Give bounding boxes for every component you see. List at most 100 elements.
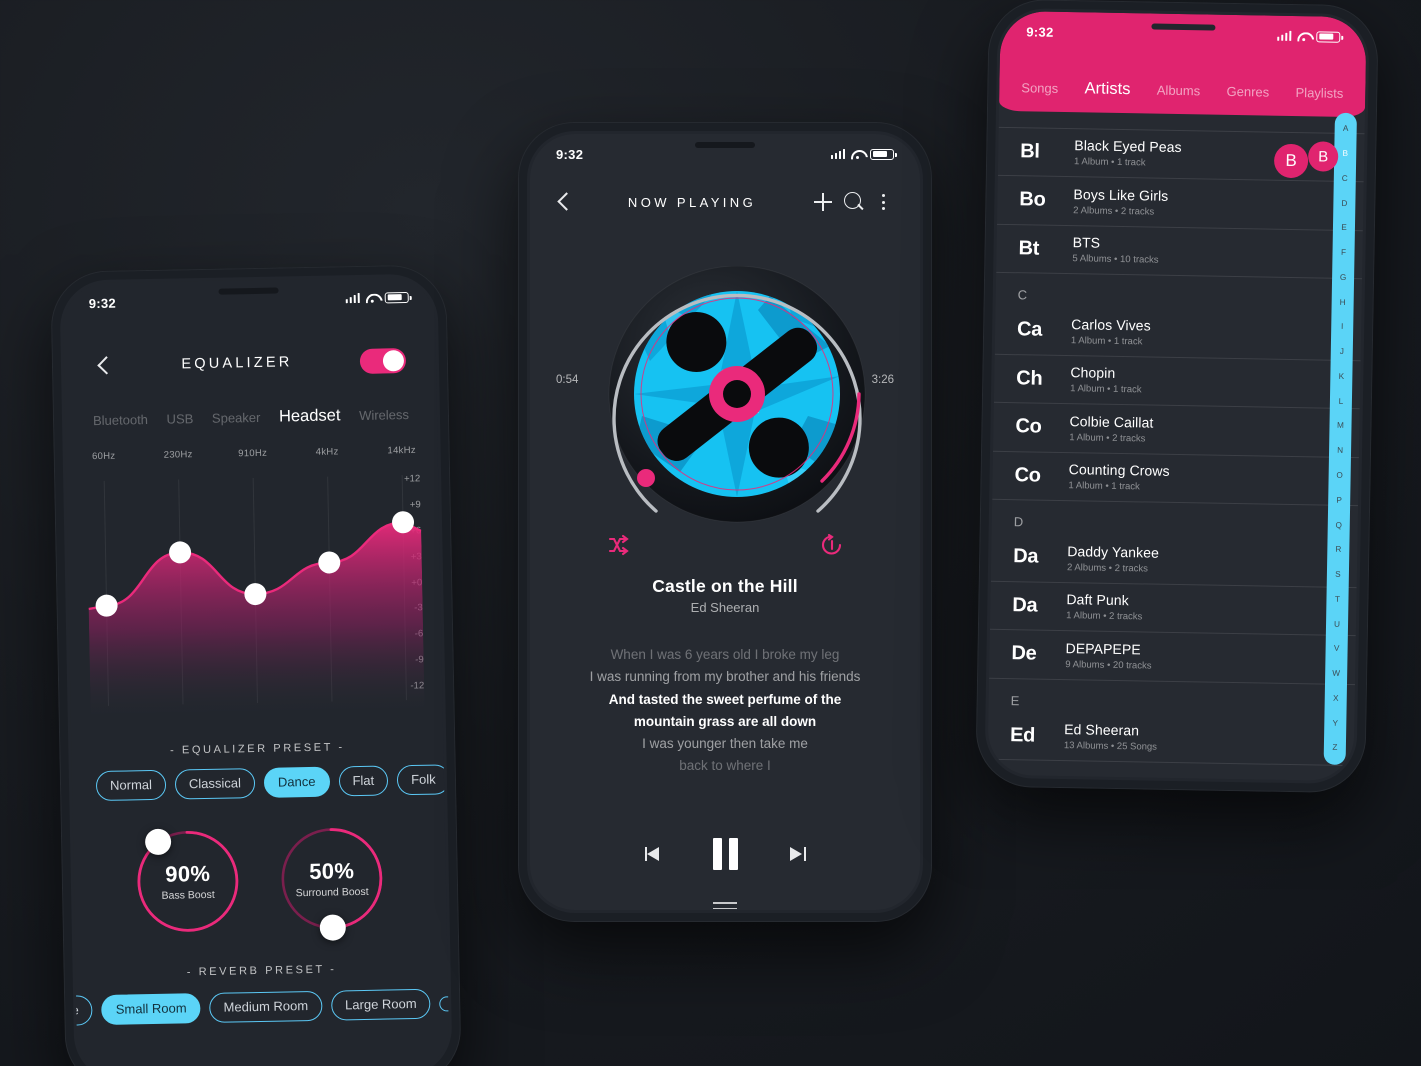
index-letter-R[interactable]: R — [1335, 545, 1341, 554]
tab-albums[interactable]: Albums — [1157, 83, 1201, 99]
artist-meta: Daddy Yankee 2 Albums • 2 tracks — [1067, 543, 1323, 577]
artist-subtitle: 1 Album • 1 track — [1068, 480, 1140, 493]
artists-list[interactable]: Bl5 Albums • 10 tracksBlBlack Eyed Peas1… — [987, 96, 1366, 781]
artist-row[interactable]: Co Counting Crows 1 Album • 1 track — [992, 451, 1359, 507]
index-letter-V[interactable]: V — [1334, 644, 1340, 653]
reverb-preset-chip-ne[interactable]: ne — [62, 995, 94, 1027]
reverb-preset-chips: ne Small Room Medium Room Large Room — [62, 987, 450, 1027]
eq-preset-chip-classical[interactable]: Classical — [174, 768, 256, 800]
tab-genres[interactable]: Genres — [1226, 84, 1269, 100]
index-letter-B[interactable]: B — [1342, 149, 1348, 158]
artist-row[interactable]: Ed Ed Sheeran 13 Albums • 25 Songs — [987, 711, 1355, 767]
index-letter-A[interactable]: A — [1343, 124, 1349, 133]
lyrics-panel[interactable]: When I was 6 years old I broke my leg I w… — [566, 644, 884, 778]
artist-row[interactable]: Ca Carlos Vives 1 Album • 1 track — [994, 305, 1362, 361]
tab-songs[interactable]: Songs — [1021, 80, 1058, 96]
source-tab-speaker[interactable]: Speaker — [212, 410, 261, 426]
index-letter-L[interactable]: L — [1339, 397, 1344, 406]
artists-screen: 9:32 Songs Artists Albums Genres Playlists B… — [987, 10, 1367, 782]
shuffle-icon[interactable] — [608, 534, 634, 561]
plus-icon[interactable] — [810, 189, 836, 215]
status-time: 9:32 — [556, 146, 584, 162]
chevron-left-icon[interactable] — [94, 356, 114, 376]
artist-row[interactable]: Bl Black Eyed Peas 1 Album • 1 track B — [997, 127, 1365, 183]
artist-row[interactable]: Bo Boys Like Girls 2 Albums • 2 tracks — [996, 175, 1364, 231]
knob-surround-boost[interactable]: 50% Surround Boost — [276, 823, 388, 941]
equalizer-preset-label: - EQUALIZER PRESET - — [169, 741, 345, 757]
artist-row[interactable]: Da Daft Punk 1 Album • 2 tracks — [989, 581, 1357, 637]
knob-value: 90% — [165, 860, 211, 887]
eq-curve-plot[interactable] — [86, 468, 425, 715]
page-title: EQUALIZER — [181, 354, 293, 373]
more-vertical-icon[interactable] — [870, 189, 896, 215]
search-icon[interactable] — [840, 189, 866, 215]
skip-next-icon[interactable] — [782, 841, 810, 867]
eq-preset-chip-flat[interactable]: Flat — [338, 765, 389, 797]
reverb-preset-chip-large-room[interactable]: Large Room — [330, 988, 431, 1021]
artist-row[interactable]: Da Daddy Yankee 2 Albums • 2 tracks — [990, 532, 1358, 588]
equalizer-power-toggle[interactable] — [359, 347, 407, 374]
index-letter-Z[interactable]: Z — [1332, 743, 1337, 752]
index-letter-M[interactable]: M — [1337, 421, 1344, 430]
reverb-preset-chip-small-room[interactable]: Small Room — [101, 993, 201, 1026]
artist-initials: Bo — [1019, 188, 1046, 211]
artist-row[interactable]: Ch Chopin 1 Album • 1 track — [993, 354, 1361, 410]
source-tab-headset[interactable]: Headset — [279, 406, 341, 426]
index-letter-O[interactable]: O — [1336, 471, 1343, 480]
now-playing-header: NOW PLAYING — [530, 180, 920, 224]
index-letter-T[interactable]: T — [1335, 595, 1340, 604]
index-letter-N[interactable]: N — [1337, 446, 1343, 455]
knob-bass-boost[interactable]: 90% Bass Boost — [132, 825, 244, 937]
index-letter-H[interactable]: H — [1340, 297, 1346, 306]
index-letter-Q[interactable]: Q — [1336, 520, 1343, 529]
index-letter-P[interactable]: P — [1336, 496, 1342, 505]
chevron-left-icon[interactable] — [554, 192, 574, 212]
status-icons — [830, 148, 897, 160]
source-tab-usb[interactable]: USB — [166, 411, 193, 427]
index-letter-X[interactable]: X — [1333, 694, 1339, 703]
index-letter-W[interactable]: W — [1332, 669, 1340, 678]
eq-preset-chip-normal[interactable]: Normal — [95, 769, 167, 802]
knob-handle[interactable] — [319, 914, 347, 941]
index-letter-E[interactable]: E — [1341, 223, 1347, 232]
tab-artists[interactable]: Artists — [1084, 79, 1130, 99]
eq-preset-chip-dance[interactable]: Dance — [263, 766, 330, 798]
progress-ring-and-art[interactable]: D ÷ — [530, 265, 920, 546]
artist-row[interactable]: Bt BTS 5 Albums • 10 tracks — [996, 224, 1363, 280]
repeat-one-icon[interactable] — [820, 533, 844, 561]
knob-label: Bass Boost — [161, 888, 215, 902]
reverb-preset-chip-medium-room[interactable]: Medium Room — [209, 990, 323, 1023]
drag-handle-icon[interactable] — [713, 902, 737, 910]
index-letter-U[interactable]: U — [1334, 619, 1340, 628]
eq-preset-chip-folk[interactable]: Folk — [396, 764, 450, 796]
index-letter-I[interactable]: I — [1341, 322, 1343, 331]
duration-time: 3:26 — [871, 374, 894, 386]
artist-name: Chopin — [1070, 364, 1116, 382]
wifi-icon — [851, 149, 864, 159]
tab-playlists[interactable]: Playlists — [1295, 85, 1343, 101]
source-tab-wireless[interactable]: Wireless — [359, 407, 409, 423]
index-letter-F[interactable]: F — [1341, 248, 1346, 257]
battery-icon — [870, 148, 897, 160]
index-letter-S[interactable]: S — [1335, 570, 1341, 579]
index-letter-D[interactable]: D — [1341, 198, 1347, 207]
index-letter-Y[interactable]: Y — [1333, 718, 1339, 727]
artist-name: Daft Punk — [1066, 591, 1129, 609]
artist-row[interactable]: Co Colbie Caillat 1 Album • 2 tracks — [993, 402, 1360, 458]
audio-source-tabs: Bluetooth USB Speaker Headset Wireless — [65, 404, 437, 430]
artist-meta: Ed Sheeran 13 Albums • 25 Songs — [1064, 721, 1320, 755]
pause-icon[interactable] — [712, 838, 738, 870]
artist-initials: Ch — [1016, 366, 1043, 390]
skip-previous-icon[interactable] — [641, 841, 669, 867]
source-tab-bluetooth[interactable]: Bluetooth — [93, 412, 148, 428]
index-letter-K[interactable]: K — [1339, 372, 1345, 381]
equalizer-phone: 9:32 EQUALIZER Bluetooth USB Speaker Headse… — [50, 264, 462, 1066]
artist-row[interactable]: De DEPAPEPE 9 Albums • 20 tracks — [989, 629, 1356, 685]
reverb-preset-chip-4[interactable] — [439, 995, 450, 1012]
index-letter-G[interactable]: G — [1340, 273, 1347, 282]
index-letter-J[interactable]: J — [1340, 347, 1344, 356]
artist-meta: Counting Crows 1 Album • 1 track — [1068, 461, 1324, 495]
status-time: 9:32 — [1026, 23, 1054, 40]
index-letter-C[interactable]: C — [1342, 174, 1348, 183]
status-bar: 9:32 — [62, 277, 435, 324]
